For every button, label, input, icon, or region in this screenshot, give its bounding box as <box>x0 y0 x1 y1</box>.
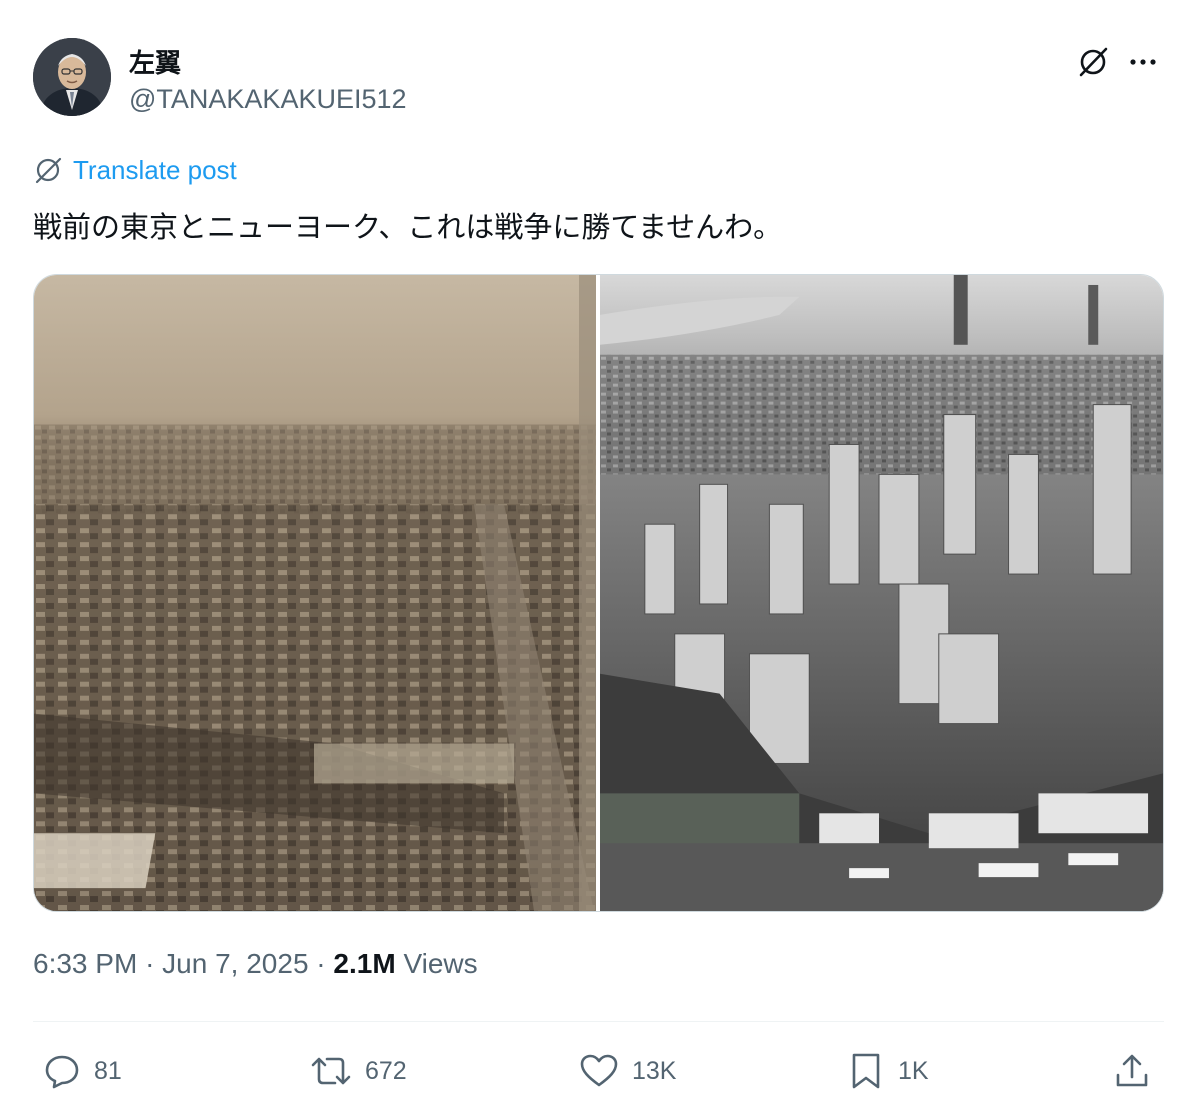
grok-button[interactable] <box>1074 43 1112 81</box>
meta-separator: · <box>145 948 155 979</box>
like-count: 13K <box>632 1056 677 1085</box>
heart-icon <box>580 1054 618 1087</box>
tweet-meta: 6:33 PM · Jun 7, 2025 · 2.1M Views <box>33 948 478 980</box>
post-date[interactable]: Jun 7, 2025 <box>162 948 308 979</box>
grok-icon <box>1079 47 1108 77</box>
globe-icon <box>35 157 62 184</box>
reply-icon <box>45 1055 79 1089</box>
action-bar: 81 672 13K 1K <box>0 1046 1186 1096</box>
meta-separator: · <box>316 948 326 979</box>
bookmark-count: 1K <box>898 1056 929 1085</box>
bookmark-icon <box>852 1053 880 1089</box>
repost-button[interactable]: 672 <box>309 1046 407 1096</box>
like-button[interactable]: 13K <box>578 1046 676 1096</box>
views-count: 2.1M <box>333 948 396 979</box>
reply-count: 81 <box>94 1056 122 1085</box>
views-label: Views <box>403 948 478 979</box>
new-york-aerial-photo[interactable] <box>600 275 1163 911</box>
divider <box>33 1021 1164 1022</box>
display-name[interactable]: 左翼 <box>129 43 181 80</box>
avatar-image <box>33 38 111 116</box>
translate-post-label: Translate post <box>73 154 237 185</box>
tokyo-aerial-photo[interactable] <box>34 275 596 911</box>
bookmark-button[interactable]: 1K <box>846 1046 929 1096</box>
tweet-detail: 左翼 @TANAKAKAKUEI512 Translate post 戦前の東京… <box>0 0 1186 1108</box>
reply-button[interactable]: 81 <box>42 1046 122 1096</box>
post-time[interactable]: 6:33 PM <box>33 948 137 979</box>
share-icon <box>1116 1054 1148 1087</box>
tweet-text: 戦前の東京とニューヨーク、これは戦争に勝てませんわ。 <box>33 212 783 244</box>
more-icon <box>1130 59 1156 65</box>
user-handle[interactable]: @TANAKAKAKUEI512 <box>129 84 407 115</box>
repost-icon <box>311 1057 351 1085</box>
more-button[interactable] <box>1124 43 1162 81</box>
repost-count: 672 <box>365 1056 407 1085</box>
avatar[interactable] <box>33 38 111 116</box>
media-grid[interactable] <box>33 274 1164 912</box>
share-button[interactable] <box>1112 1046 1152 1096</box>
translate-post-link[interactable]: Translate post <box>33 153 237 187</box>
